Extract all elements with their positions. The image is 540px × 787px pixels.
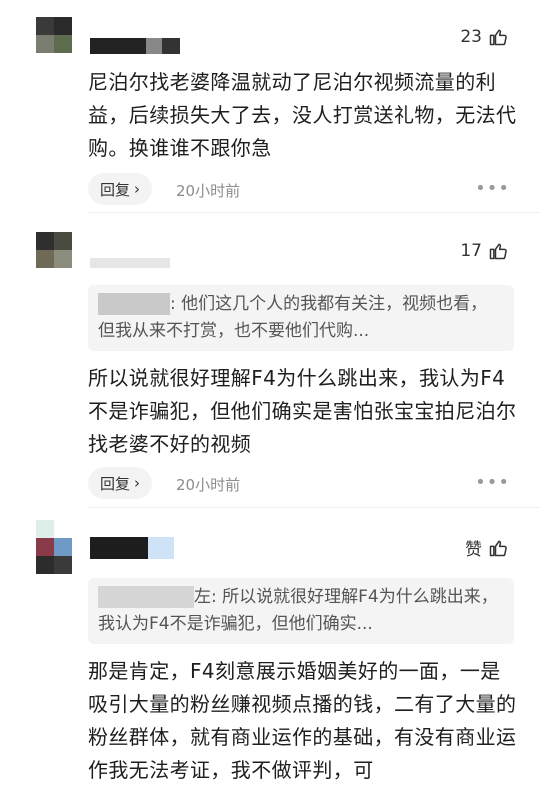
more-dots-icon[interactable]: ••• — [475, 472, 510, 493]
like-button[interactable]: 23 — [460, 27, 508, 47]
chevron-right-icon: › — [134, 474, 141, 492]
divider — [88, 212, 540, 213]
avatar[interactable] — [36, 520, 72, 556]
quoted-reply[interactable]: : 他们这几个人的我都有关注，视频也看，但我从来不打赏，也不要他们代购... — [88, 285, 514, 351]
username-redacted[interactable] — [90, 537, 176, 559]
reply-label: 回复 — [100, 180, 131, 199]
reply-button[interactable]: 回复 › — [88, 173, 153, 205]
quoted-reply[interactable]: 左: 所以说就很好理解F4为什么跳出来，我认为F4不是诈骗犯，但他们确实... — [88, 578, 514, 644]
quoted-username-redacted — [98, 586, 194, 608]
chevron-right-icon: › — [134, 180, 141, 198]
like-button[interactable]: 赞 — [465, 535, 508, 560]
username-redacted[interactable] — [90, 252, 170, 268]
like-button[interactable]: 17 — [460, 241, 508, 261]
like-label: 赞 — [465, 540, 482, 560]
comment-text: 那是肯定，F4刻意展示婚姻美好的一面，一是吸引大量的粉丝赚视频点播的钱，二有了大… — [88, 659, 517, 782]
reply-label: 回复 — [100, 474, 131, 493]
thumbs-up-icon — [489, 243, 507, 260]
username-redacted[interactable] — [90, 35, 180, 54]
divider — [88, 507, 540, 508]
avatar-lower — [36, 556, 72, 574]
avatar[interactable] — [36, 232, 72, 268]
like-count: 17 — [460, 241, 482, 261]
reply-button[interactable]: 回复 › — [88, 467, 153, 499]
timestamp: 20小时前 — [176, 182, 241, 200]
like-count: 23 — [460, 27, 482, 47]
comment-text: 所以说就很好理解F4为什么跳出来，我认为F4不是诈骗犯，但他们确实是害怕张宝宝拍… — [88, 366, 517, 456]
thumbs-up-icon — [489, 29, 507, 46]
more-dots-icon[interactable]: ••• — [475, 178, 510, 199]
quoted-username-redacted — [98, 293, 170, 315]
avatar[interactable] — [36, 17, 72, 53]
comment-text: 尼泊尔找老婆降温就动了尼泊尔视频流量的利益，后续损失大了去，没人打赏送礼物，无法… — [88, 70, 517, 160]
timestamp: 20小时前 — [176, 476, 241, 494]
thumbs-up-icon — [489, 540, 507, 556]
